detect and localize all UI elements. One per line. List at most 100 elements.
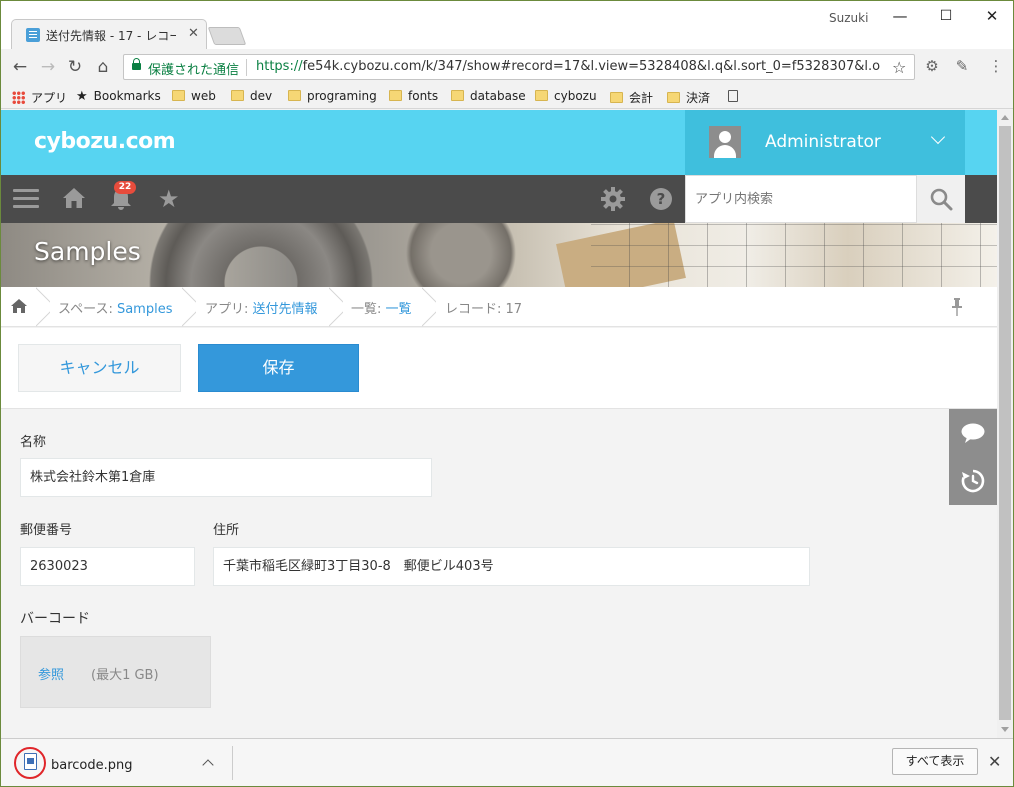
- page-scrollbar[interactable]: [997, 110, 1013, 738]
- max-size-note: (最大1 GB): [91, 668, 159, 683]
- folder-icon: [667, 92, 680, 103]
- postal-code-field[interactable]: 2630023: [20, 547, 195, 586]
- bookmark-cybozu[interactable]: cybozu: [535, 89, 597, 103]
- download-shelf: barcode.png すべて表示 ✕: [1, 738, 1013, 786]
- name-label: 名称: [20, 435, 47, 450]
- bookmark-web[interactable]: web: [172, 89, 216, 103]
- extension-icon[interactable]: ✎: [953, 57, 971, 75]
- app-search-input[interactable]: [686, 176, 916, 222]
- breadcrumb: スペース: Samples アプリ: 送付先情報 一覧: 一覧 レコード: 17: [1, 287, 997, 327]
- bookmarks-bar: アプリ ★ Bookmarks web dev programing fonts …: [1, 85, 1013, 109]
- user-name: Administrator: [765, 132, 881, 152]
- app-navbar: ★ ?: [1, 175, 997, 223]
- image-file-icon[interactable]: [24, 753, 37, 770]
- scrollbar-thumb[interactable]: [999, 126, 1011, 720]
- portal-home-icon[interactable]: [62, 187, 86, 209]
- lock-icon: [132, 58, 141, 72]
- secure-label: 保護された通信: [148, 63, 240, 78]
- address-label: 住所: [213, 523, 240, 538]
- pin-icon[interactable]: [951, 298, 963, 316]
- tab-close-icon[interactable]: ✕: [188, 26, 199, 41]
- folder-icon: [172, 90, 185, 101]
- save-button[interactable]: 保存: [198, 344, 359, 392]
- bookmark-programing[interactable]: programing: [288, 89, 377, 103]
- window-close-button[interactable]: ✕: [969, 5, 1014, 27]
- breadcrumb-space: スペース: Samples: [58, 302, 173, 317]
- back-arrow-icon[interactable]: ←: [10, 57, 30, 77]
- user-menu[interactable]: Administrator: [685, 110, 965, 175]
- cybozu-logo[interactable]: cybozu.com: [34, 129, 176, 154]
- space-title: Samples: [34, 237, 141, 266]
- breadcrumb-space-link[interactable]: Samples: [117, 302, 173, 317]
- comment-button[interactable]: [949, 409, 997, 457]
- address-field[interactable]: 千葉市稲毛区緑町3丁目30-8 郵便ビル403号: [213, 547, 810, 586]
- bookmark-bookmarks[interactable]: ★ Bookmarks: [76, 89, 161, 104]
- breadcrumb-record: レコード: 17: [445, 302, 523, 317]
- bookmark-accounting[interactable]: 会計: [610, 89, 653, 106]
- folder-icon: [451, 90, 464, 101]
- breadcrumb-separator: [36, 287, 50, 327]
- chevron-up-icon[interactable]: [202, 759, 214, 771]
- gear-banner-image: [131, 223, 391, 287]
- bookmark-database[interactable]: database: [451, 89, 526, 103]
- browser-tab[interactable]: 送付先情報 - 17 - レコード ✕: [11, 19, 207, 49]
- bookmark-dev[interactable]: dev: [231, 89, 272, 103]
- history-button[interactable]: [949, 457, 997, 505]
- postal-code-label: 郵便番号: [20, 523, 73, 538]
- record-action-bar: キャンセル 保存: [1, 328, 997, 409]
- favorites-star-icon[interactable]: ★: [158, 185, 180, 213]
- url-divider: [246, 59, 247, 76]
- help-icon[interactable]: ?: [649, 187, 673, 211]
- folder-icon: [535, 90, 548, 101]
- breadcrumb-list-link[interactable]: 一覧: [386, 302, 412, 317]
- app-search-box: [685, 175, 917, 223]
- scroll-up-arrow-icon[interactable]: [1001, 115, 1009, 120]
- show-all-downloads-button[interactable]: すべて表示: [892, 748, 978, 775]
- bookmark-page[interactable]: [728, 89, 738, 103]
- space-banner: Samples: [1, 223, 997, 287]
- comment-bubble-icon: [961, 423, 985, 443]
- breadcrumb-home-icon[interactable]: [11, 299, 27, 313]
- search-button[interactable]: [917, 175, 965, 223]
- history-icon: [961, 469, 985, 493]
- blueprint-banner-image: [591, 223, 997, 287]
- forward-arrow-icon[interactable]: →: [38, 57, 58, 77]
- maximize-button[interactable]: ☐: [923, 5, 969, 27]
- name-field[interactable]: 株式会社鈴木第1倉庫: [20, 458, 432, 497]
- barcode-label: バーコード: [20, 611, 90, 627]
- notification-count-badge: 22: [114, 181, 136, 194]
- settings-gear-icon[interactable]: [601, 187, 625, 211]
- browser-toolbar: ← → ↻ ⌂ 保護された通信 https://fe54k.cybozu.com…: [1, 49, 1013, 85]
- url-scheme: https://: [256, 59, 303, 74]
- extension-gear-icon[interactable]: ⚙: [923, 57, 941, 75]
- address-bar[interactable]: 保護された通信 https://fe54k.cybozu.com/k/347/s…: [123, 54, 915, 80]
- breadcrumb-separator: [422, 287, 436, 327]
- browser-menu-icon[interactable]: ⋮: [987, 57, 1005, 75]
- breadcrumb-app: アプリ: 送付先情報: [205, 302, 318, 317]
- bookmark-star-icon[interactable]: ☆: [892, 58, 906, 77]
- bookmark-payment[interactable]: 決済: [667, 89, 710, 106]
- minimize-button[interactable]: —: [877, 5, 923, 27]
- kintone-app-icon: [26, 28, 40, 42]
- bookmark-apps[interactable]: アプリ: [12, 89, 67, 106]
- gear-banner-image: [401, 223, 521, 287]
- download-file-name[interactable]: barcode.png: [51, 758, 133, 773]
- close-shelf-icon[interactable]: ✕: [988, 752, 1001, 771]
- folder-icon: [610, 92, 623, 103]
- reload-icon[interactable]: ↻: [65, 57, 85, 77]
- url-text[interactable]: https://fe54k.cybozu.com/k/347/show#reco…: [256, 59, 881, 74]
- folder-icon: [231, 90, 244, 101]
- home-icon[interactable]: ⌂: [93, 57, 113, 77]
- breadcrumb-list: 一覧: 一覧: [351, 302, 412, 317]
- breadcrumb-separator: [329, 287, 343, 327]
- breadcrumb-app-link[interactable]: 送付先情報: [253, 302, 318, 317]
- folder-icon: [389, 90, 402, 101]
- browse-link[interactable]: 参照: [38, 664, 64, 683]
- bookmark-fonts[interactable]: fonts: [389, 89, 438, 103]
- scroll-down-arrow-icon[interactable]: [1001, 727, 1009, 732]
- menu-icon[interactable]: [13, 189, 39, 209]
- record-form: 名称 株式会社鈴木第1倉庫 郵便番号 2630023 住所 千葉市稲毛区緑町3丁…: [1, 409, 997, 738]
- app-header: cybozu.com Administrator: [1, 110, 997, 175]
- cancel-button[interactable]: キャンセル: [18, 344, 181, 392]
- new-tab-button[interactable]: [207, 27, 247, 45]
